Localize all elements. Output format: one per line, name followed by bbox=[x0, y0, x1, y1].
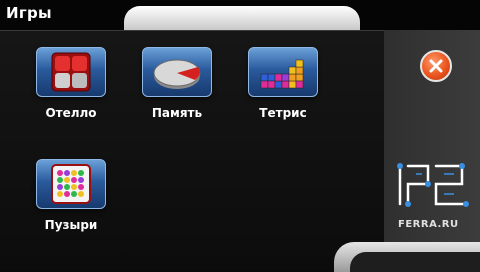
watermark-text: FERRA.RU bbox=[398, 219, 459, 230]
app-label: Память bbox=[151, 106, 203, 120]
bubbles-icon bbox=[36, 159, 106, 209]
memory-icon bbox=[142, 47, 212, 97]
close-button[interactable] bbox=[420, 50, 452, 82]
bottom-decoration-inner bbox=[350, 252, 480, 272]
app-label: Тетрис bbox=[259, 106, 307, 120]
app-bubbles[interactable]: Пузыри bbox=[26, 159, 116, 232]
app-memory[interactable]: Память bbox=[132, 47, 222, 120]
window-title: Игры bbox=[6, 4, 52, 22]
app-othello[interactable]: Отелло bbox=[26, 47, 116, 120]
othello-icon bbox=[36, 47, 106, 97]
app-label: Пузыри bbox=[44, 218, 98, 232]
app-tetris[interactable]: Тетрис bbox=[238, 47, 328, 120]
ferra-logo bbox=[397, 163, 469, 207]
tetris-icon bbox=[248, 47, 318, 97]
close-icon bbox=[429, 59, 443, 73]
app-label: Отелло bbox=[45, 106, 97, 120]
title-bar-decoration bbox=[124, 6, 360, 30]
